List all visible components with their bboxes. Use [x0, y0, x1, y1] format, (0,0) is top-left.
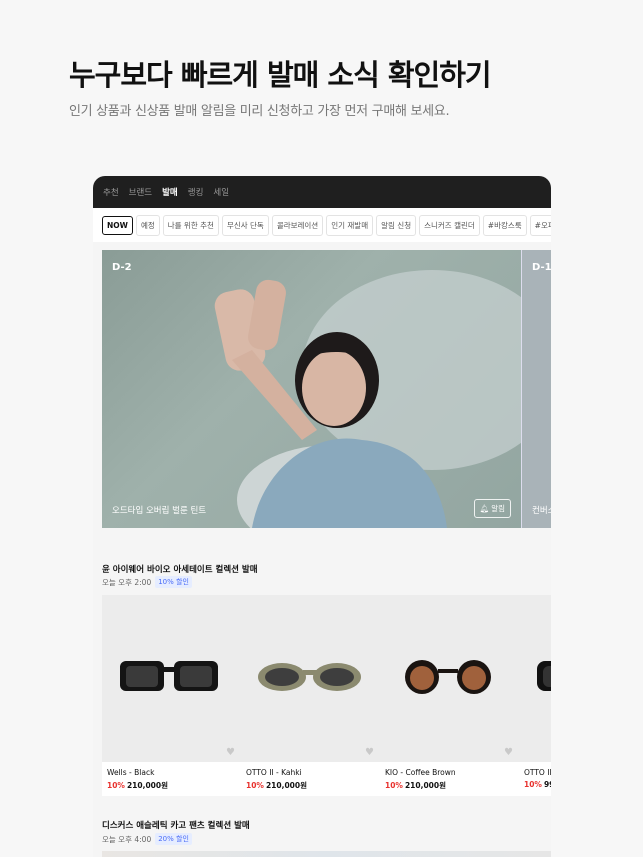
release-time: 오늘 오후 4:00 — [102, 834, 152, 844]
hero-photo — [214, 270, 521, 528]
product-card[interactable]: OTTO II 10%99 — [519, 595, 551, 796]
promo-subtitle: 인기 상품과 신상품 발매 알림을 미리 신청하고 가장 먼저 구매해 보세요. — [69, 104, 450, 119]
section-time: 오늘 오후 2:00 10% 할인 — [102, 576, 192, 588]
sunglasses-image — [537, 661, 551, 691]
product-card[interactable]: ♥ OTTO II - Kahki 10% 210,000원 — [241, 595, 380, 796]
chip-collab[interactable]: 콜라보레이션 — [271, 214, 324, 236]
product-discount: 10% — [107, 781, 125, 790]
product-discount: 10% — [246, 781, 264, 790]
alarm-label: 알림 — [491, 504, 505, 513]
chip-sneakers[interactable]: 스니커즈 캘린더 — [419, 214, 480, 236]
price-value: 210,000원 — [265, 781, 308, 790]
filter-chips: NOW 예정 나를 위한 추천 무신사 단독 콜라보레이션 인기 재발매 알림 … — [93, 208, 551, 242]
price-value: 210,000원 — [404, 781, 447, 790]
product-name: Wells - Black — [107, 768, 155, 777]
hero-carousel[interactable]: D-2 오드타입 오버립 벌룬 틴트 🔔︎ 알림 D-1 컨버스 — [102, 250, 551, 528]
tab-recommend[interactable]: 추천 — [103, 186, 119, 198]
chip-upcoming[interactable]: 예정 — [135, 214, 160, 236]
tab-brand[interactable]: 브랜드 — [129, 186, 152, 198]
tab-ranking[interactable]: 랭킹 — [188, 186, 204, 198]
heart-icon[interactable]: ♥ — [365, 747, 374, 758]
app-screen: 추천 브랜드 발매 랭킹 세일 NOW 예정 나를 위한 추천 무신사 단독 콜… — [93, 176, 551, 857]
heart-icon[interactable]: ♥ — [504, 747, 513, 758]
heart-icon[interactable]: ♥ — [226, 747, 235, 758]
section-time: 오늘 오후 4:00 20% 할인 — [102, 833, 192, 845]
product-name: KIO - Coffee Brown — [385, 768, 456, 777]
discount-badge: 10% 할인 — [155, 576, 192, 588]
tab-release[interactable]: 발매 — [162, 186, 178, 198]
product-image: ♥ — [241, 595, 380, 762]
section-title: 디스커스 애슬레틱 카고 팬츠 컬렉션 발매 — [102, 821, 250, 831]
product-image-strip — [102, 851, 551, 857]
product-card[interactable]: ♥ Wells - Black 10% 210,000원 — [102, 595, 241, 796]
hero-card[interactable]: D-2 오드타입 오버립 벌룬 틴트 🔔︎ 알림 — [102, 250, 521, 528]
chip-alarm[interactable]: 알림 신청 — [376, 214, 417, 236]
promo-title: 누구보다 빠르게 발매 소식 확인하기 — [69, 58, 492, 92]
hero-title: 오드타입 오버립 벌룬 틴트 — [112, 506, 207, 516]
sunglasses-image — [258, 663, 361, 691]
chip-office[interactable]: #오피스웨어 — [529, 214, 551, 236]
product-image — [519, 595, 551, 762]
chip-now[interactable]: NOW — [102, 215, 133, 235]
product-card[interactable]: ♥ KIO - Coffee Brown 10% 210,000원 — [380, 595, 519, 796]
product-discount: 10% — [524, 780, 542, 789]
product-image: ♥ — [102, 595, 241, 762]
chip-for-you[interactable]: 나를 위한 추천 — [162, 214, 219, 236]
product-name: OTTO II — [524, 768, 551, 777]
bell-icon: 🔔︎ — [479, 504, 490, 513]
section-title: 윤 아이웨어 바이오 아세테이트 컬렉션 발매 — [102, 565, 258, 575]
chip-exclusive[interactable]: 무신사 단독 — [221, 214, 269, 236]
product-price: 10% 210,000원 — [107, 780, 236, 791]
alarm-button[interactable]: 🔔︎ 알림 — [473, 499, 511, 518]
product-image: ♥ — [380, 595, 519, 762]
product-name: OTTO II - Kahki — [246, 768, 302, 777]
chip-rerelease[interactable]: 인기 재발매 — [326, 214, 374, 236]
chip-vacation[interactable]: #바캉스룩 — [482, 214, 527, 236]
release-time: 오늘 오후 2:00 — [102, 577, 152, 587]
top-nav: 추천 브랜드 발매 랭킹 세일 — [93, 176, 551, 208]
tab-sale[interactable]: 세일 — [213, 186, 229, 198]
hero-card-next[interactable]: D-1 컨버스 — [521, 250, 551, 528]
price-value: 210,000원 — [126, 781, 169, 790]
sunglasses-image — [405, 660, 491, 694]
hero-next-dday: D-1 — [532, 262, 551, 273]
product-price: 10% 210,000원 — [246, 780, 375, 791]
product-carousel[interactable]: ♥ Wells - Black 10% 210,000원 ♥ OTTO II - … — [102, 595, 551, 796]
discount-badge: 20% 할인 — [155, 833, 192, 845]
sunglasses-image — [120, 661, 218, 691]
product-discount: 10% — [385, 781, 403, 790]
product-price: 10%99 — [524, 780, 551, 789]
product-price: 10% 210,000원 — [385, 780, 514, 791]
hero-next-title: 컨버스 — [532, 506, 551, 516]
hero-dday: D-2 — [112, 262, 132, 273]
price-value: 99 — [543, 780, 551, 789]
